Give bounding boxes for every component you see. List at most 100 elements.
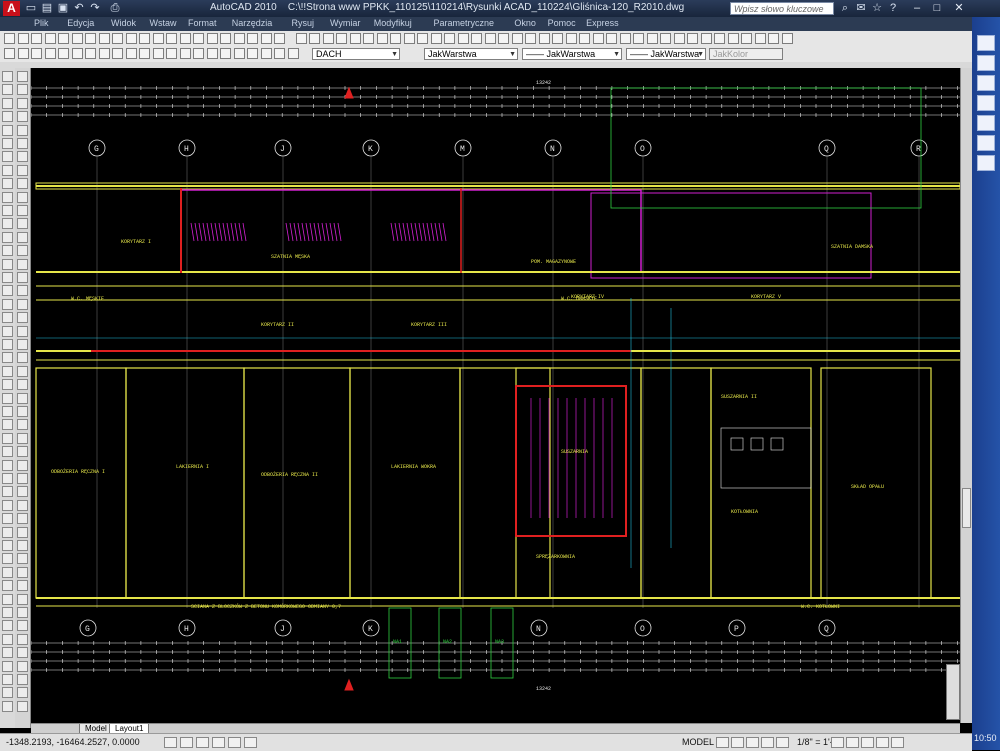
draw-tool-icon[interactable] [2,674,13,685]
layer-tool-icon[interactable] [233,48,245,59]
taskbar-app-icon[interactable] [977,35,995,51]
drafting-toggle-icon[interactable] [180,737,193,748]
toolbar-tool-icon[interactable] [403,33,415,44]
toolbar-tool-icon[interactable] [619,33,631,44]
layer-tool-icon[interactable] [17,48,29,59]
menu-wymiar[interactable]: Wymiar [330,18,360,28]
toolbar-tool-icon[interactable] [444,33,455,44]
modify-tool-icon[interactable] [17,285,28,297]
draw-tool-icon[interactable] [2,164,13,176]
draw-tool-icon[interactable] [2,432,13,444]
toolbar-tool-icon[interactable] [376,33,388,44]
layer-tool-icon[interactable] [287,48,299,59]
toolbar-tool-icon[interactable] [498,33,509,44]
status-tool-icon[interactable] [731,737,744,748]
menu-widok[interactable]: Widok [111,18,136,28]
layer-tool-icon[interactable] [260,48,272,59]
modify-tool-icon[interactable] [17,620,28,632]
toolbar-tool-icon[interactable] [727,33,739,44]
draw-tool-icon[interactable] [2,178,13,190]
modify-tool-icon[interactable] [17,312,28,324]
drafting-toggle-icon[interactable] [212,737,225,748]
draw-tool-icon[interactable] [2,513,13,525]
layer-tool-icon[interactable] [71,48,83,59]
layer-tool-icon[interactable] [247,48,258,59]
layer-tool-icon[interactable] [85,48,96,59]
modify-tool-icon[interactable] [17,446,28,458]
modify-tool-icon[interactable] [17,700,28,712]
layer-tool-icon[interactable] [166,48,177,59]
draw-tool-icon[interactable] [2,191,13,203]
taskbar-app-icon[interactable] [977,75,995,91]
draw-tool-icon[interactable] [2,566,13,578]
redo-icon[interactable]: ↷ [88,1,102,15]
drafting-toggle-icon[interactable] [244,737,257,748]
toolbar-tool-icon[interactable] [673,33,685,44]
new-icon[interactable]: ▭ [24,1,38,15]
toolbar-tool-icon[interactable] [179,33,191,44]
modify-tool-icon[interactable] [17,379,28,391]
modify-tool-icon[interactable] [17,205,28,216]
toolbar-tool-icon[interactable] [44,33,56,44]
draw-tool-icon[interactable] [2,365,13,377]
draw-tool-icon[interactable] [2,419,13,431]
drafting-toggle-icon[interactable] [164,737,177,748]
menu-pomoc[interactable]: Pomoc [548,18,576,28]
modify-tool-icon[interactable] [17,499,28,511]
toolbar-tool-icon[interactable] [768,33,779,44]
close-button[interactable]: ✕ [950,1,968,15]
modify-tool-icon[interactable] [17,607,28,618]
toolbar-tool-icon[interactable] [484,33,496,44]
draw-tool-icon[interactable] [2,151,13,163]
toolbar-tool-icon[interactable] [565,33,577,44]
menu-parametryczne[interactable]: Parametryczne [434,18,495,28]
model-space-toggle[interactable]: MODEL [682,737,714,747]
menu-express[interactable]: Express [586,18,619,28]
layer-tool-icon[interactable] [4,48,15,59]
modify-tool-icon[interactable] [17,245,28,257]
toolbar-tool-icon[interactable] [260,33,272,44]
modify-tool-icon[interactable] [17,258,28,270]
toolbar-tool-icon[interactable] [98,33,110,44]
print-icon[interactable]: ⎙ [108,1,122,15]
draw-tool-icon[interactable] [2,312,13,324]
drafting-toggle-icon[interactable] [196,737,209,748]
modify-tool-icon[interactable] [17,432,28,444]
draw-tool-icon[interactable] [2,633,13,645]
toolbar-tool-icon[interactable] [295,33,307,44]
toolbar-tool-icon[interactable] [592,33,604,44]
toolbar-tool-icon[interactable] [646,33,658,44]
toolbar-tool-icon[interactable] [31,33,42,44]
layer-tool-icon[interactable] [220,48,231,59]
plotstyle-combo[interactable]: JakKolor [709,48,783,60]
minimize-button[interactable]: – [908,1,926,15]
toolbar-tool-icon[interactable] [71,33,83,44]
toolbar-tool-icon[interactable] [112,33,123,44]
drawing-canvas[interactable]: 13242 G H J K M N O Q R G H J K N O P Q 13242 NA1 NA2 NA3 KORY… [31,68,960,723]
modify-tool-icon[interactable] [17,392,28,404]
modify-tool-icon[interactable] [17,138,28,149]
layer-tool-icon[interactable] [44,48,56,59]
floor-plan-drawing[interactable]: 13242 G H J K M N O Q R G H J K N O P Q 13242 NA1 NA2 NA3 KORY… [31,68,960,723]
layer-tool-icon[interactable] [179,48,191,59]
draw-tool-icon[interactable] [2,446,13,458]
modify-tool-icon[interactable] [17,647,28,659]
layer-tool-icon[interactable] [139,48,150,59]
draw-tool-icon[interactable] [2,553,13,565]
layer-tool-icon[interactable] [193,48,204,59]
toolbar-tool-icon[interactable] [579,33,590,44]
toolbar-tool-icon[interactable] [322,33,334,44]
layer-tool-icon[interactable] [274,48,285,59]
draw-tool-icon[interactable] [2,124,13,136]
status-tool-icon[interactable] [746,737,759,748]
menu-plik[interactable]: Plik [34,18,49,28]
favorites-icon[interactable]: ☆ [870,1,884,15]
draw-tool-icon[interactable] [2,687,13,699]
communication-center-icon[interactable]: ✉ [854,1,868,15]
draw-tool-icon[interactable] [2,71,13,82]
toolbar-tool-icon[interactable] [417,33,428,44]
draw-tool-icon[interactable] [2,593,13,605]
toolbar-tool-icon[interactable] [781,33,793,44]
toolbar-tool-icon[interactable] [139,33,150,44]
open-icon[interactable]: ▤ [40,1,54,15]
